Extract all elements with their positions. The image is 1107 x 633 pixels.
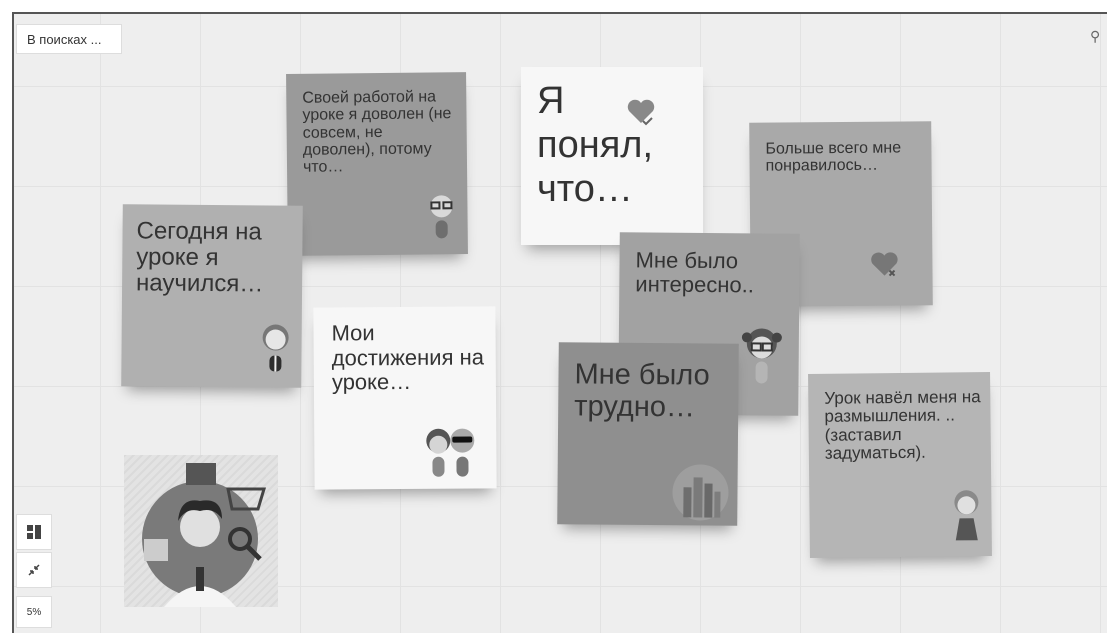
note-text: Своей работой на уроке я доволен (не сов… <box>302 88 452 176</box>
collapse-button[interactable] <box>16 552 52 588</box>
girl-dress-avatar-icon <box>954 490 979 541</box>
heart-check-icon <box>627 99 655 126</box>
layout-toggle-button[interactable] <box>16 514 52 550</box>
zoom-level[interactable]: 5% <box>16 596 52 628</box>
two-people-avatar-icon <box>426 428 475 477</box>
man-glasses-avatar-icon <box>430 195 453 239</box>
sticky-note-made-think[interactable]: Урок навёл меня на размышления. ..(заста… <box>808 372 992 558</box>
note-text: Урок навёл меня на размышления. ..(заста… <box>824 387 981 463</box>
note-text: Сегодня на уроке я научился… <box>135 217 264 298</box>
note-text: Мне было трудно… <box>574 358 710 424</box>
girl-avatar-icon <box>262 324 289 372</box>
sticky-note-work-satisfaction[interactable]: Своей работой на уроке я доволен (не сов… <box>286 72 468 256</box>
note-text: Я понял, что… <box>537 80 654 211</box>
heart-cross-icon <box>871 252 898 277</box>
sticky-note-learned-today[interactable]: Сегодня на уроке я научился… <box>121 204 303 388</box>
sticky-note-difficult[interactable]: Мне было трудно… <box>557 342 739 526</box>
sticky-note-achievements[interactable]: Мои достижения на уроке… <box>313 306 497 490</box>
collapse-arrows-icon <box>28 564 40 576</box>
businessman-illustration-image <box>142 463 267 607</box>
girl-glasses-avatar-icon <box>741 328 782 384</box>
note-text: Мне было интересно.. <box>635 247 755 298</box>
city-buildings-icon <box>672 464 729 521</box>
businessman-illustration[interactable] <box>124 455 278 607</box>
note-text: Мои достижения на уроке… <box>331 320 485 395</box>
layout-grid-icon <box>27 525 41 539</box>
board-title-button[interactable]: В поисках ... <box>16 24 122 54</box>
sticky-note-understood[interactable]: Я понял, что… <box>521 67 703 245</box>
note-text: Больше всего мне понравилось… <box>765 139 902 175</box>
search-icon[interactable]: ⚲ <box>1090 28 1100 45</box>
